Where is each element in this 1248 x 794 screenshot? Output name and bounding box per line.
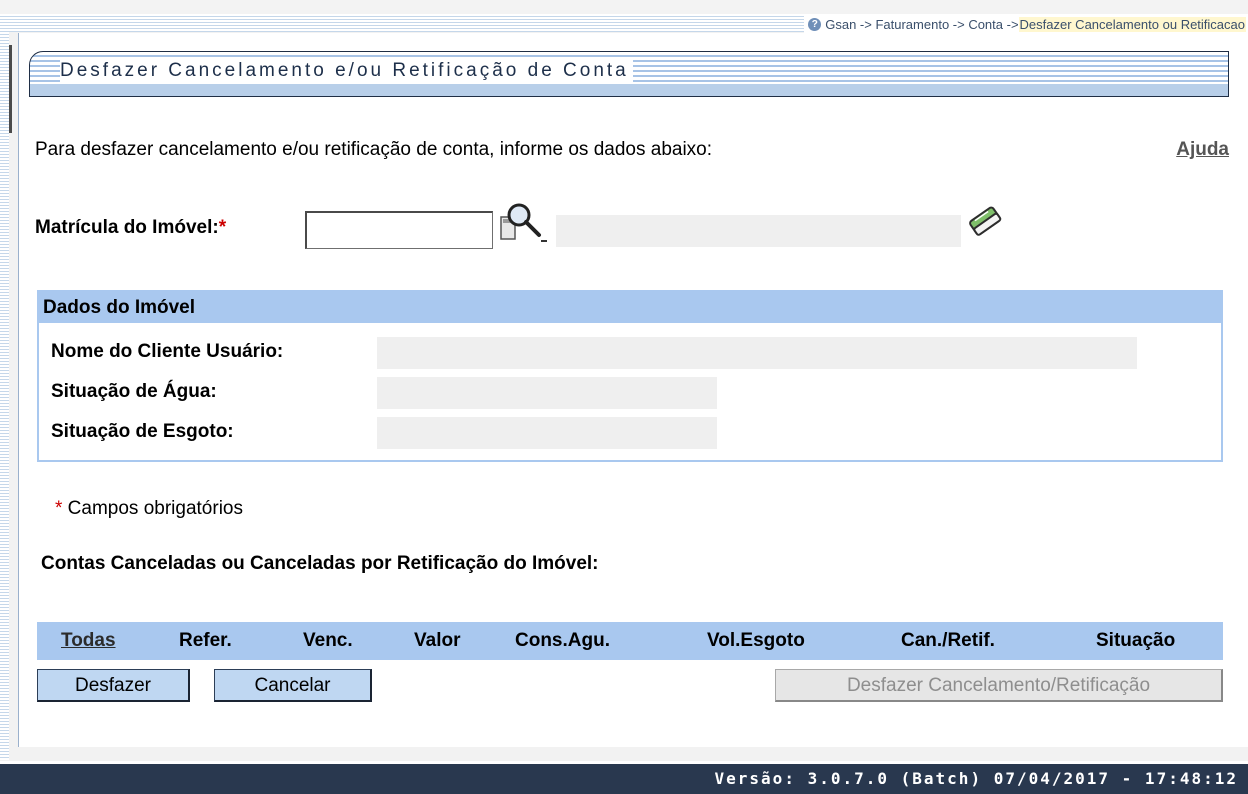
- main-panel: Desfazer Cancelamento e/ou Retificação d…: [18, 33, 1248, 747]
- help-circle-icon[interactable]: ?: [808, 18, 822, 31]
- version-text: Versão: 3.0.7.0 (Batch) 07/04/2017 - 17:…: [714, 769, 1238, 788]
- column-valor: Valor: [414, 630, 461, 651]
- side-scroll-mark: [9, 45, 12, 133]
- page-title: Desfazer Cancelamento e/ou Retificação d…: [60, 60, 633, 84]
- required-note: * Campos obrigatórios: [55, 498, 243, 519]
- dados-imovel-section: Dados do Imóvel Nome do Cliente Usuário:…: [37, 290, 1223, 462]
- nome-cliente-label: Nome do Cliente Usuário:: [51, 341, 284, 362]
- desfazer-cancelamento-button[interactable]: Desfazer Cancelamento/Retificação: [775, 669, 1223, 702]
- column-refer: Refer.: [179, 630, 232, 651]
- column-venc: Venc.: [303, 630, 353, 651]
- search-icon[interactable]: [499, 201, 551, 245]
- side-stripes: [0, 32, 9, 760]
- contas-table-header: Todas Refer. Venc. Valor Cons.Agu. Vol.E…: [37, 622, 1223, 660]
- breadcrumb-path: Gsan -> Faturamento -> Conta ->: [825, 17, 1019, 32]
- title-bar: Desfazer Cancelamento e/ou Retificação d…: [29, 51, 1229, 97]
- desfazer-button[interactable]: Desfazer: [37, 669, 190, 702]
- column-can-retif: Can./Retif.: [901, 630, 995, 651]
- breadcrumb-current: Desfazer Cancelamento ou Retificacao: [1018, 17, 1246, 32]
- column-todas[interactable]: Todas: [61, 630, 116, 652]
- contas-title: Contas Canceladas ou Canceladas por Reti…: [41, 553, 599, 574]
- column-cons-agu: Cons.Agu.: [515, 630, 610, 651]
- situacao-agua-label: Situação de Água:: [51, 381, 217, 402]
- matricula-label: Matrícula do Imóvel:*: [35, 217, 227, 238]
- cancelar-button[interactable]: Cancelar: [214, 669, 372, 702]
- required-mark: *: [218, 217, 227, 238]
- situacao-agua-field: [377, 377, 717, 409]
- situacao-esgoto-label: Situação de Esgoto:: [51, 421, 234, 442]
- nome-cliente-field: [377, 337, 1137, 369]
- matricula-input[interactable]: [305, 211, 493, 249]
- imovel-description-field: [556, 215, 961, 247]
- footer-bar: Versão: 3.0.7.0 (Batch) 07/04/2017 - 17:…: [0, 764, 1248, 794]
- column-vol-esgoto: Vol.Esgoto: [707, 630, 805, 651]
- situacao-esgoto-field: [377, 417, 717, 449]
- help-link[interactable]: Ajuda: [1176, 139, 1229, 161]
- breadcrumb: ? Gsan -> Faturamento -> Conta -> Desfaz…: [804, 16, 1248, 33]
- column-situacao: Situação: [1096, 630, 1176, 651]
- intro-text: Para desfazer cancelamento e/ou retifica…: [35, 139, 713, 160]
- section-title: Dados do Imóvel: [39, 292, 1221, 323]
- top-strip: [0, 0, 1248, 14]
- eraser-icon[interactable]: [965, 201, 1005, 241]
